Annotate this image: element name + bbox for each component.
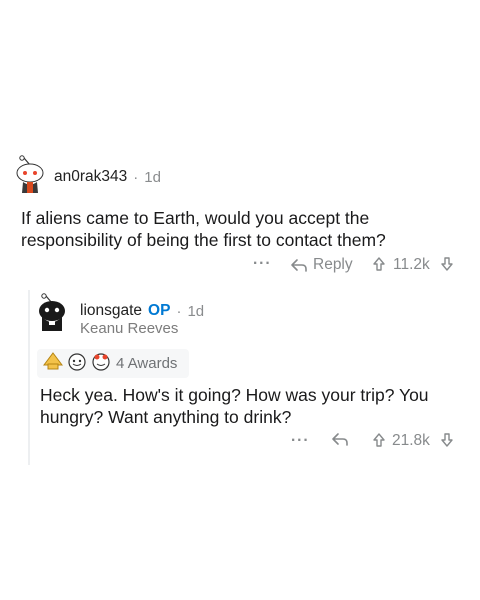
award-heart-icon (90, 351, 112, 376)
reply-body: Heck yea. How's it going? How was your t… (40, 384, 429, 428)
thread-line[interactable] (28, 290, 30, 465)
more-options-button[interactable]: ··· (291, 432, 310, 450)
comment-timestamp: 1d (144, 168, 161, 186)
downvote-button[interactable] (441, 257, 453, 271)
reply-body-line: hungry? Want anything to drink? (40, 407, 292, 427)
awards-badge[interactable]: 4 Awards (37, 349, 189, 378)
comment-body: If aliens came to Earth, would you accep… (21, 207, 386, 251)
reply-body-line: Heck yea. How's it going? How was your t… (40, 385, 429, 405)
snoo-avatar-icon (16, 155, 44, 193)
user-flair: Keanu Reeves (80, 320, 179, 337)
meta-separator: · (133, 168, 139, 186)
vote-score: 21.8k (392, 432, 430, 449)
snoo-avatar-icon (39, 293, 65, 331)
downvote-button[interactable] (441, 433, 453, 447)
award-wholesome-icon (66, 351, 88, 376)
comment-username[interactable]: an0rak343 (54, 168, 127, 186)
reply-timestamp: 1d (187, 302, 205, 320)
op-badge: OP (148, 302, 171, 319)
upvote-button[interactable] (373, 433, 385, 447)
reply-button[interactable]: Reply (290, 256, 353, 274)
upvote-arrow-icon (373, 433, 385, 447)
vote-score: 11.2k (393, 256, 430, 273)
reply-arrow-icon (332, 433, 348, 446)
avatar[interactable] (36, 293, 66, 331)
meta-separator: · (176, 302, 182, 320)
avatar[interactable] (14, 155, 44, 193)
awards-count-label: 4 Awards (116, 355, 178, 372)
reply-arrow-icon (291, 259, 307, 272)
comment-body-line: responsibility of being the first to con… (21, 230, 386, 250)
reply-username[interactable]: lionsgate (80, 302, 142, 320)
downvote-arrow-icon (441, 257, 453, 271)
award-gold-icon (42, 351, 64, 376)
upvote-arrow-icon (373, 257, 385, 271)
comment-body-line: If aliens came to Earth, would you accep… (21, 208, 370, 228)
more-options-button[interactable]: ··· (253, 255, 272, 273)
upvote-button[interactable] (373, 257, 385, 271)
reply-button[interactable] (331, 432, 349, 446)
reply-label: Reply (313, 256, 353, 273)
downvote-arrow-icon (441, 433, 453, 447)
